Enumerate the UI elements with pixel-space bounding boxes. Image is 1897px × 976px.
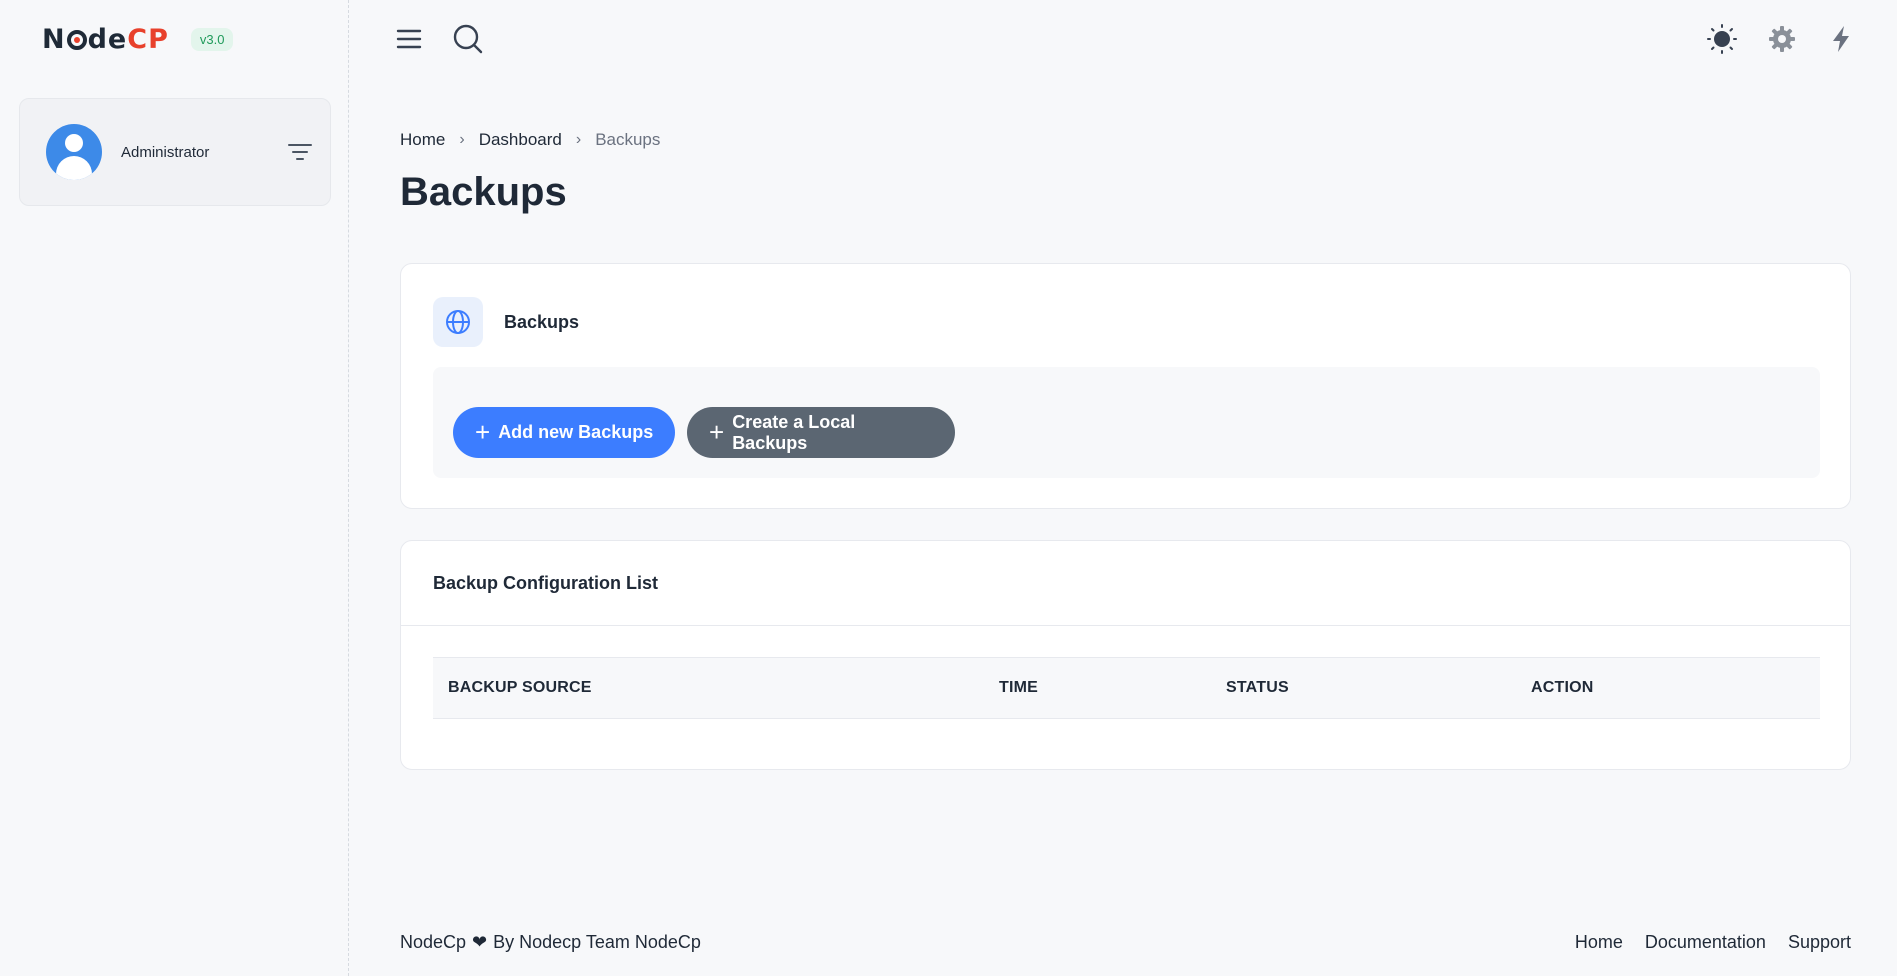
brand: Nde CP v3.0 xyxy=(42,24,234,55)
version-badge: v3.0 xyxy=(190,28,234,51)
list-card-title: Backup Configuration List xyxy=(433,573,658,593)
column-header-action[interactable]: ACTION xyxy=(1531,679,1594,697)
footer-brand: NodeCp xyxy=(400,932,467,952)
table-header: BACKUP SOURCE TIME STATUS ACTION xyxy=(433,657,1820,719)
gear-icon[interactable] xyxy=(1767,24,1797,54)
column-header-status[interactable]: STATUS xyxy=(1226,679,1289,697)
breadcrumb-dashboard[interactable]: Dashboard xyxy=(479,130,562,150)
page-title: Backups xyxy=(400,170,567,214)
lightning-icon[interactable] xyxy=(1826,24,1856,54)
footer-link-home[interactable]: Home xyxy=(1575,932,1623,953)
card-header: Backups xyxy=(433,297,579,347)
footer-link-support[interactable]: Support xyxy=(1788,932,1851,953)
footer-team: By Nodecp Team NodeCp xyxy=(493,932,701,952)
backup-config-list-card: Backup Configuration List BACKUP SOURCE … xyxy=(400,540,1851,770)
breadcrumb: Home › Dashboard › Backups xyxy=(400,130,660,150)
logo[interactable]: Nde CP xyxy=(42,24,169,55)
user-avatar-icon xyxy=(46,124,102,180)
hamburger-menu-icon[interactable] xyxy=(394,24,424,54)
footer-credits: NodeCp ❤ By Nodecp Team NodeCp xyxy=(400,932,701,953)
heart-icon: ❤ xyxy=(472,932,488,952)
card-title: Backups xyxy=(504,311,580,332)
search-icon[interactable] xyxy=(453,24,483,54)
user-name: Administrator xyxy=(121,144,210,161)
create-local-backup-button[interactable]: + Create a Local Backups xyxy=(687,407,955,458)
backups-actions-card: Backups + Add new Backups + Create a Loc… xyxy=(400,263,1851,509)
footer-link-documentation[interactable]: Documentation xyxy=(1645,932,1766,953)
chevron-right-icon: › xyxy=(459,131,465,148)
filter-icon[interactable] xyxy=(288,143,312,161)
create-local-backup-label: Create a Local Backups xyxy=(732,411,856,453)
sidebar: Nde CP v3.0 Administrator xyxy=(0,0,349,976)
sun-icon[interactable] xyxy=(1707,24,1737,54)
user-card[interactable]: Administrator xyxy=(19,98,331,206)
globe-icon xyxy=(433,297,483,347)
divider xyxy=(401,625,1850,626)
logo-text-dark: Nde xyxy=(42,24,128,55)
column-header-time[interactable]: TIME xyxy=(999,679,1038,697)
column-header-backup-source[interactable]: BACKUP SOURCE xyxy=(448,679,592,697)
breadcrumb-current: Backups xyxy=(595,130,661,149)
footer-links: Home Documentation Support xyxy=(1553,932,1851,953)
plus-icon: + xyxy=(475,416,491,447)
button-area: + Add new Backups + Create a Local Backu… xyxy=(433,367,1820,478)
logo-text-accent: CP xyxy=(127,24,169,55)
plus-icon: + xyxy=(709,416,725,447)
breadcrumb-home[interactable]: Home xyxy=(400,130,445,150)
add-backup-button[interactable]: + Add new Backups xyxy=(453,407,675,458)
add-backup-label: Add new Backups xyxy=(498,422,654,442)
chevron-right-icon: › xyxy=(575,131,582,148)
